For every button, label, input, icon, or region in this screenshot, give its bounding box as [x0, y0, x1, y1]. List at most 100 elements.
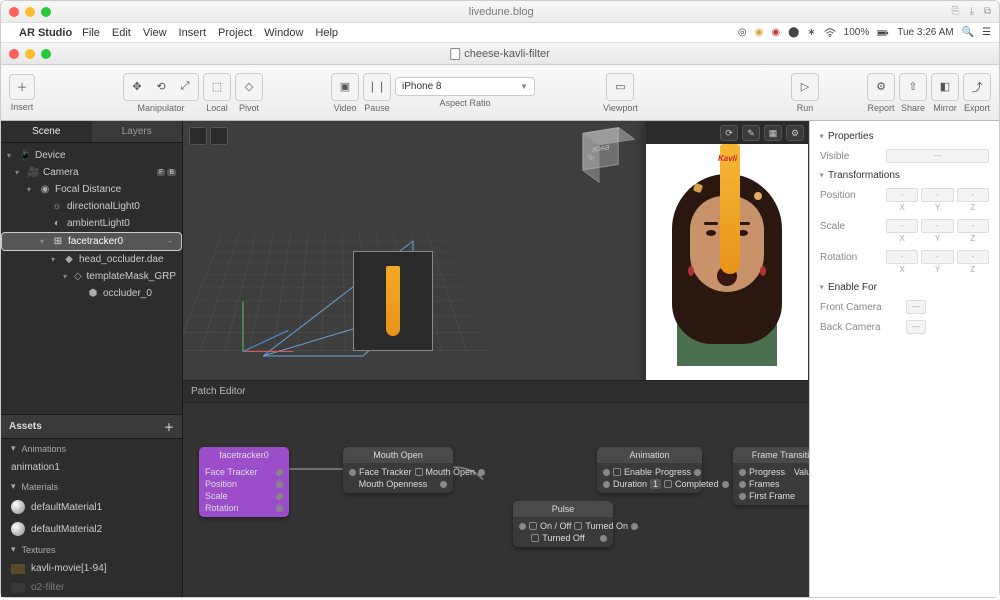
tree-occluder[interactable]: ⬢occluder_0 [1, 285, 182, 302]
menu-project[interactable]: Project [218, 27, 252, 39]
preview-settings-icon[interactable]: ⚙ [786, 125, 804, 141]
front-camera-toggle[interactable]: — [906, 300, 926, 314]
tree-ambient-light[interactable]: ◐ambientLight0 [1, 215, 182, 232]
prop-visible-value[interactable]: — [886, 149, 989, 163]
status-icon-2[interactable]: ◉ [771, 27, 780, 38]
scale-z[interactable]: - [957, 219, 989, 233]
preview-grid-icon[interactable]: ▦ [764, 125, 782, 141]
manipulator-group[interactable]: ✥ ⟲ ⤢ [123, 73, 199, 101]
scale-x[interactable]: - [886, 219, 918, 233]
asset-texture2[interactable]: o2-filter [1, 578, 182, 597]
menu-insert[interactable]: Insert [179, 27, 207, 39]
rot-x[interactable]: - [886, 250, 918, 264]
tree-focal[interactable]: ▾◉Focal Distance [1, 181, 182, 198]
scene-3d-content [203, 191, 463, 371]
viewport-3d[interactable]: BACK LEFT ⟳ ✎ [183, 121, 809, 381]
run-button[interactable]: ▷ [794, 76, 816, 98]
assets-animations-head[interactable]: ▾ Animations [1, 439, 182, 458]
window-titlebar: cheese-kavli-filter [1, 43, 999, 65]
browser-traffic-lights[interactable] [9, 7, 51, 17]
mirror-button[interactable]: ◧ [934, 76, 956, 98]
assets-header[interactable]: Assets＋ [1, 414, 182, 439]
rot-y[interactable]: - [921, 250, 953, 264]
tree-device[interactable]: ▾📱Device [1, 147, 182, 164]
tree-directional-light[interactable]: ☼directionalLight0 [1, 198, 182, 215]
reader-icon[interactable]: ⎘ [951, 6, 959, 17]
menu-window[interactable]: Window [264, 27, 303, 39]
tree-head-occluder[interactable]: ▾◆head_occluder.dae [1, 251, 182, 268]
prop-scale-label: Scale [820, 221, 880, 232]
back-camera-toggle[interactable]: — [906, 320, 926, 334]
patch-editor[interactable]: Patch Editor facetracker0 Face Tracker [183, 381, 809, 597]
node-mouth-open[interactable]: Mouth Open Face TrackerMouth Open Mouth … [343, 447, 453, 493]
menu-icon[interactable]: ☰ [982, 27, 991, 38]
app-name[interactable]: AR Studio [19, 27, 72, 39]
pause-button[interactable]: ❘❘ [366, 76, 388, 98]
menu-view[interactable]: View [143, 27, 167, 39]
vp-tool-2[interactable] [210, 127, 228, 145]
pos-z[interactable]: - [957, 188, 989, 202]
tabs-icon[interactable]: ⧉ [984, 6, 991, 17]
pos-x[interactable]: - [886, 188, 918, 202]
rot-z[interactable]: - [957, 250, 989, 264]
toolbar: ＋ Insert ✥ ⟲ ⤢ Manipulator ⬚ Local ◇ Piv… [1, 65, 999, 121]
export-button[interactable]: ⤴ [966, 76, 988, 98]
window-traffic-lights[interactable] [9, 49, 51, 59]
cc-icon[interactable]: ◎ [738, 27, 747, 38]
preview-refresh-icon[interactable]: ⟳ [720, 125, 738, 141]
search-icon[interactable]: 🔍 [962, 27, 974, 38]
bluetooth-icon[interactable]: ∗ [807, 27, 815, 38]
asset-animation1[interactable]: animation1 [1, 458, 182, 477]
menu-edit[interactable]: Edit [112, 27, 131, 39]
rotate-icon[interactable]: ⟲ [150, 76, 172, 98]
viewport-tools[interactable] [189, 127, 228, 145]
pos-y[interactable]: - [921, 188, 953, 202]
wifi-icon[interactable] [824, 27, 836, 39]
browser-url[interactable]: livedune.blog [51, 6, 951, 18]
share-button[interactable]: ⇧ [902, 76, 924, 98]
local-button[interactable]: ⬚ [206, 76, 228, 98]
video-button[interactable]: ▣ [334, 76, 356, 98]
status-icon-1[interactable]: ◉ [755, 27, 764, 38]
props-enable-for[interactable]: Enable For [820, 278, 989, 297]
battery-icon[interactable] [877, 27, 889, 39]
asset-texture1[interactable]: kavli-movie[1-94] [1, 559, 182, 578]
preview-edit-icon[interactable]: ✎ [742, 125, 760, 141]
scale-y[interactable]: - [921, 219, 953, 233]
scale-icon[interactable]: ⤢ [174, 76, 196, 98]
node-facetracker[interactable]: facetracker0 Face Tracker Position Scale… [199, 447, 289, 517]
move-icon[interactable]: ✥ [126, 76, 148, 98]
properties-panel: Properties Visible— Transformations Posi… [809, 121, 999, 597]
node-animation[interactable]: Animation EnableProgress Duration1Comple… [597, 447, 702, 493]
menu-file[interactable]: File [82, 27, 100, 39]
tree-camera[interactable]: ▾🎥CameraFB [1, 164, 182, 181]
menu-help[interactable]: Help [315, 27, 338, 39]
scene-panel: Scene Layers ▾📱Device ▾🎥CameraFB ▾◉Focal… [1, 121, 183, 597]
scene-tree[interactable]: ▾📱Device ▾🎥CameraFB ▾◉Focal Distance ☼di… [1, 143, 182, 414]
download-icon[interactable]: ⤓ [969, 6, 973, 17]
orientation-cube[interactable]: BACK LEFT [591, 133, 627, 176]
tree-facetracker[interactable]: ▾⊞facetracker0→ [1, 232, 182, 251]
tab-scene[interactable]: Scene [1, 121, 92, 143]
add-asset-icon[interactable]: ＋ [164, 419, 174, 434]
preview-image: Kavli [646, 144, 808, 381]
node-pulse[interactable]: Pulse On / OffTurned On Turned Off [513, 501, 613, 547]
assets-textures-head[interactable]: ▾ Textures [1, 540, 182, 559]
assets-materials-head[interactable]: ▾ Materials [1, 477, 182, 496]
asset-material2[interactable]: defaultMaterial2 [1, 518, 182, 540]
tree-template-mask[interactable]: ▾◇templateMask_GRP [1, 268, 182, 285]
props-transforms[interactable]: Transformations [820, 166, 989, 185]
asset-material1[interactable]: defaultMaterial1 [1, 496, 182, 518]
browser-toolbar-icons[interactable]: ⎘ ⤓ ⧉ [951, 6, 991, 17]
props-properties[interactable]: Properties [820, 127, 989, 146]
node-frame-transition[interactable]: Frame Transition ProgressValue Frames94 … [733, 447, 809, 505]
viewport-button[interactable]: ▭ [609, 76, 631, 98]
vp-tool-1[interactable] [189, 127, 207, 145]
report-button[interactable]: ⚙ [870, 76, 892, 98]
insert-button[interactable]: ＋ Insert [9, 74, 35, 112]
pivot-button[interactable]: ◇ [238, 76, 260, 98]
device-select[interactable]: iPhone 8 ▼ [395, 77, 535, 96]
status-icon-3[interactable]: ⬤ [788, 27, 799, 38]
tab-layers[interactable]: Layers [92, 121, 183, 143]
clock[interactable]: Tue 3:26 AM [897, 27, 953, 38]
